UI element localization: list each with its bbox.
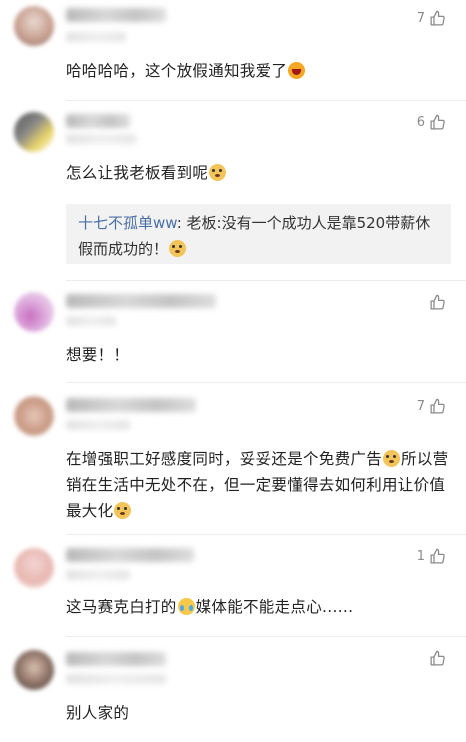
divider	[66, 280, 466, 281]
thumbs-up-icon	[430, 548, 445, 564]
divider	[66, 100, 466, 101]
avatar[interactable]	[14, 548, 54, 588]
thumbs-up-icon	[430, 650, 445, 666]
like-button[interactable]	[425, 650, 446, 667]
username-blurred[interactable]	[66, 548, 194, 562]
comment-meta-blurred	[66, 674, 166, 684]
divider	[66, 534, 466, 535]
doge-emoji	[114, 502, 132, 519]
username-blurred[interactable]	[66, 652, 166, 666]
username-blurred[interactable]	[66, 114, 130, 128]
crying-laughing-emoji	[177, 598, 195, 615]
like-count: 6	[416, 115, 425, 130]
avatar[interactable]	[14, 292, 54, 332]
thumbs-up-icon	[430, 398, 445, 414]
doge-emoji	[169, 240, 187, 257]
like-count: 7	[416, 11, 425, 26]
username-blurred[interactable]	[66, 294, 216, 308]
divider	[66, 636, 466, 637]
thumbs-up-icon	[430, 10, 445, 26]
comment-meta-blurred	[66, 32, 126, 42]
reply-author[interactable]: 十七不孤单ww	[78, 214, 177, 232]
avatar[interactable]	[14, 112, 54, 152]
divider	[66, 382, 466, 383]
like-button[interactable]: 6	[417, 114, 446, 131]
like-button[interactable]: 7	[417, 398, 446, 415]
comment-text: 哈哈哈哈，这个放假通知我爱了	[66, 58, 451, 84]
avatar[interactable]	[14, 650, 54, 690]
comment-text: 想要！！	[66, 346, 130, 364]
comment-text: 在增强职工好感度同时，妥妥还是个免费广告 所以营销在生活中无处不在，但一定要懂得去…	[66, 450, 449, 520]
reply-box[interactable]: 十七不孤单ww: 老板:没有一个成功人是靠520带薪休假而成功的！	[66, 204, 451, 264]
doge-emoji	[209, 164, 227, 181]
username-blurred[interactable]	[66, 8, 166, 22]
comment-text: 怎么让我老板看到呢	[66, 160, 451, 186]
avatar[interactable]	[14, 6, 54, 46]
thumbs-up-icon	[430, 294, 445, 310]
comment-meta-blurred	[66, 570, 130, 580]
comment-text: 别人家的	[66, 704, 130, 722]
comment-meta-blurred	[66, 316, 116, 326]
comment-meta-blurred	[66, 134, 136, 144]
like-button[interactable]: 7	[417, 10, 446, 27]
comment-meta-blurred	[66, 420, 130, 430]
like-count: 7	[416, 399, 425, 414]
like-count: 1	[416, 549, 425, 564]
like-button[interactable]	[425, 294, 446, 311]
thumbs-up-icon	[430, 114, 445, 130]
comment-text: 这马赛克白打的 媒体能不能走点心......	[66, 598, 354, 616]
like-button[interactable]: 1	[417, 548, 446, 565]
username-blurred[interactable]	[66, 398, 196, 412]
avatar[interactable]	[14, 396, 54, 436]
doge-emoji	[383, 450, 401, 467]
laughing-emoji	[288, 62, 306, 79]
